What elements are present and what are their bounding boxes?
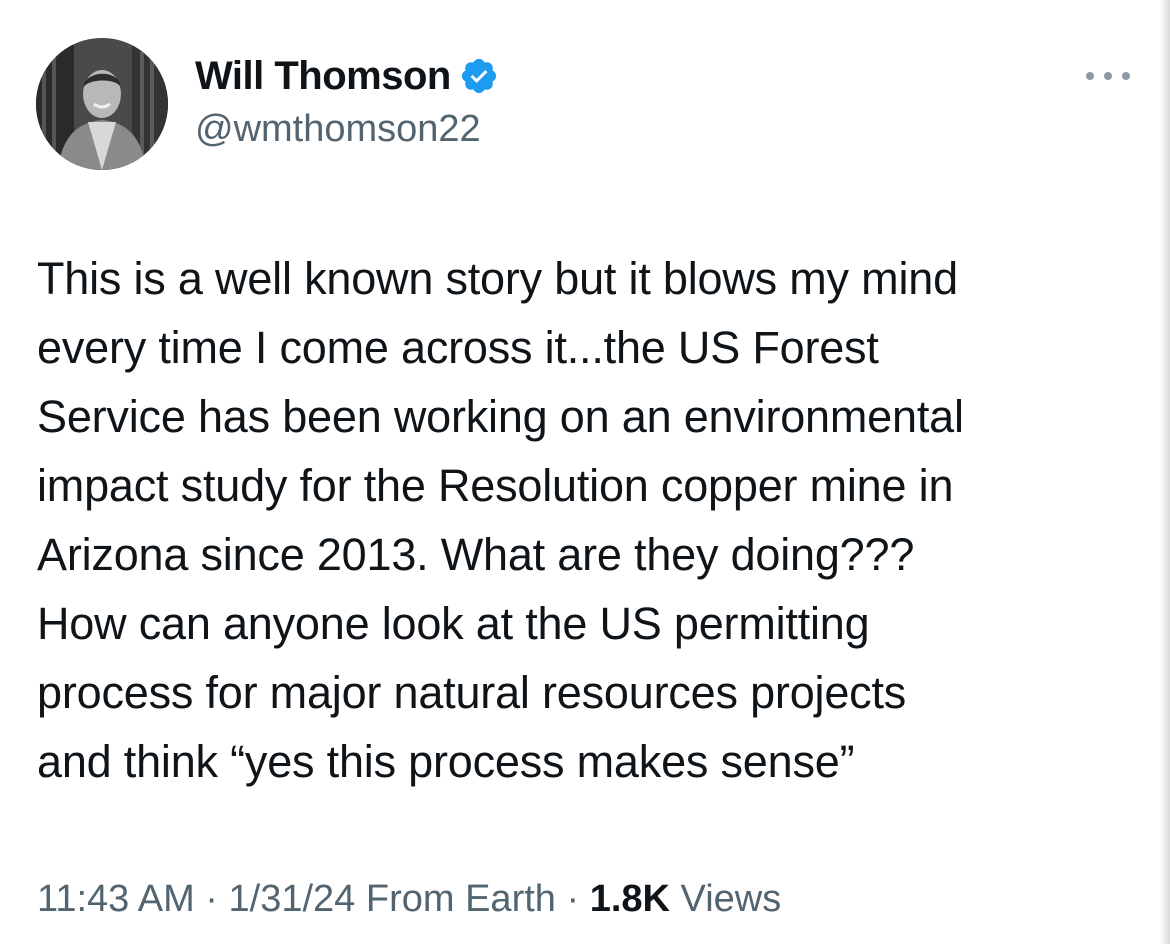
author-handle[interactable]: @wmthomson22 (195, 108, 499, 151)
more-dot (1086, 72, 1094, 80)
tweet-time[interactable]: 11:43 AM (37, 878, 195, 920)
scroll-edge (1160, 0, 1170, 944)
meta-separator: · (205, 878, 218, 920)
author-display-name[interactable]: Will Thomson (195, 54, 451, 99)
tweet-date[interactable]: 1/31/24 (229, 878, 356, 920)
avatar[interactable] (36, 38, 168, 170)
tweet: Will Thomson @wmthomson22 This is a well… (0, 0, 1170, 944)
more-dot (1122, 72, 1130, 80)
more-horizontal-icon[interactable] (1086, 64, 1130, 88)
more-dot (1104, 72, 1112, 80)
tweet-meta: 11:43 AM · 1/31/24 From Earth · 1.8K Vie… (37, 878, 781, 921)
views-label[interactable]: Views (681, 878, 782, 920)
author-name-row: Will Thomson (195, 52, 499, 100)
tweet-source: From Earth (365, 878, 556, 920)
views-count[interactable]: 1.8K (590, 878, 670, 920)
meta-separator: · (566, 878, 580, 920)
avatar-photo (36, 38, 168, 170)
verified-badge-icon (459, 56, 499, 96)
tweet-author: Will Thomson @wmthomson22 (195, 52, 499, 151)
tweet-text: This is a well known story but it blows … (37, 253, 964, 787)
